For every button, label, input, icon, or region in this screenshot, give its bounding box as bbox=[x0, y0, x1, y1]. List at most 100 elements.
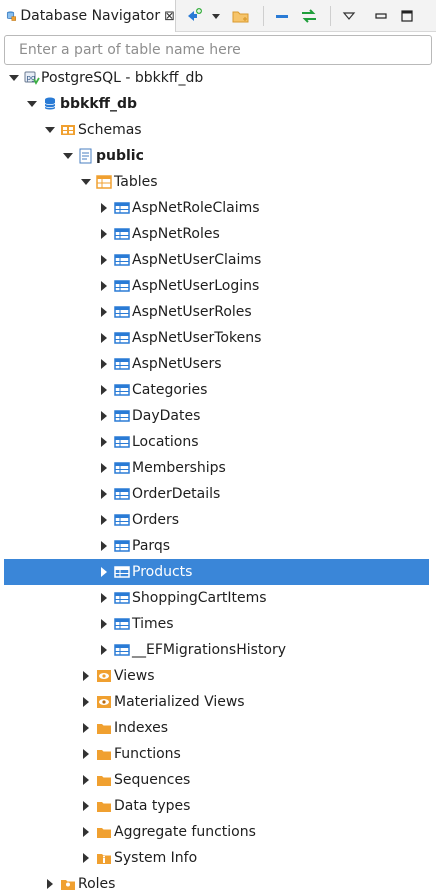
tree-node-table[interactable]: AspNetUserRoles bbox=[4, 299, 429, 325]
table-name-label: Times bbox=[132, 616, 174, 632]
tree-node-table[interactable]: AspNetUserClaims bbox=[4, 247, 429, 273]
table-filter-input[interactable] bbox=[19, 37, 417, 63]
toolbar-separator bbox=[330, 6, 331, 26]
expand-arrow-right-icon[interactable] bbox=[80, 748, 92, 760]
expand-arrow-right-icon[interactable] bbox=[80, 670, 92, 682]
tree-node-schema-public[interactable]: public bbox=[4, 143, 429, 169]
expand-arrow-right-icon[interactable] bbox=[98, 592, 110, 604]
new-folder-icon bbox=[232, 11, 249, 23]
expand-arrow-right-icon[interactable] bbox=[98, 384, 110, 396]
minimize-button[interactable] bbox=[372, 6, 390, 26]
maximize-button[interactable] bbox=[398, 6, 416, 26]
link-with-editor-button[interactable] bbox=[298, 6, 320, 26]
tree-node-table[interactable]: AspNetUsers bbox=[4, 351, 429, 377]
tree-node-functions[interactable]: Functions bbox=[4, 741, 429, 767]
tree-node-table[interactable]: AspNetRoleClaims bbox=[4, 195, 429, 221]
table-icon bbox=[114, 592, 130, 604]
expand-arrow-right-icon[interactable] bbox=[80, 722, 92, 734]
tree-node-table[interactable]: Categories bbox=[4, 377, 429, 403]
expand-arrow-right-icon[interactable] bbox=[98, 514, 110, 526]
tree-node-table[interactable]: AspNetRoles bbox=[4, 221, 429, 247]
expand-arrow-down-icon[interactable] bbox=[80, 176, 92, 188]
expand-arrow-right-icon[interactable] bbox=[98, 280, 110, 292]
navigator-toolbar: Database Navigator ⊠ bbox=[0, 0, 436, 32]
expand-arrow-right-icon[interactable] bbox=[98, 644, 110, 656]
new-connection-dropdown[interactable] bbox=[208, 6, 224, 26]
table-name-label: AspNetUserClaims bbox=[132, 252, 262, 268]
tree-node-tables[interactable]: Tables bbox=[4, 169, 429, 195]
tree-node-database[interactable]: bbkkff_db bbox=[4, 91, 429, 117]
table-name-label: ShoppingCartItems bbox=[132, 590, 267, 606]
tree-node-data-types[interactable]: Data types bbox=[4, 793, 429, 819]
tree-node-table[interactable]: __EFMigrationsHistory bbox=[4, 637, 429, 663]
expand-arrow-right-icon[interactable] bbox=[80, 852, 92, 864]
tree-node-views[interactable]: Views bbox=[4, 663, 429, 689]
expand-arrow-right-icon[interactable] bbox=[98, 618, 110, 630]
tree-node-roles[interactable]: Roles bbox=[4, 871, 429, 892]
expand-arrow-right-icon[interactable] bbox=[98, 462, 110, 474]
expand-arrow-right-icon[interactable] bbox=[44, 878, 56, 890]
close-view-icon[interactable]: ⊠ bbox=[164, 9, 175, 24]
expand-arrow-right-icon[interactable] bbox=[98, 540, 110, 552]
expand-arrow-down-icon[interactable] bbox=[62, 150, 74, 162]
tree-node-table[interactable]: DayDates bbox=[4, 403, 429, 429]
tree-node-materialized-views[interactable]: Materialized Views bbox=[4, 689, 429, 715]
tree-node-table[interactable]: Parqs bbox=[4, 533, 429, 559]
tree-node-table[interactable]: Memberships bbox=[4, 455, 429, 481]
tree-node-table[interactable]: OrderDetails bbox=[4, 481, 429, 507]
expand-arrow-down-icon[interactable] bbox=[44, 124, 56, 136]
tree-node-label: Tables bbox=[114, 174, 158, 190]
new-connection-button[interactable] bbox=[184, 6, 204, 26]
expand-arrow-down-icon[interactable] bbox=[8, 72, 20, 84]
tree-node-table[interactable]: Orders bbox=[4, 507, 429, 533]
tree-node-table[interactable]: ShoppingCartItems bbox=[4, 585, 429, 611]
collapse-all-icon bbox=[276, 15, 288, 18]
expand-arrow-right-icon[interactable] bbox=[98, 566, 110, 578]
table-name-label: AspNetUserLogins bbox=[132, 278, 260, 294]
expand-arrow-right-icon[interactable] bbox=[98, 436, 110, 448]
tree-node-table[interactable]: AspNetUserTokens bbox=[4, 325, 429, 351]
expand-arrow-right-icon[interactable] bbox=[98, 410, 110, 422]
table-icon bbox=[114, 436, 130, 448]
expand-arrow-right-icon[interactable] bbox=[98, 228, 110, 240]
tree-node-table[interactable]: AspNetUserLogins bbox=[4, 273, 429, 299]
view-menu-button[interactable] bbox=[340, 6, 358, 26]
expand-arrow-right-icon[interactable] bbox=[98, 488, 110, 500]
expand-arrow-right-icon[interactable] bbox=[80, 696, 92, 708]
tree-node-table[interactable]: Products bbox=[4, 559, 429, 585]
table-name-label: Locations bbox=[132, 434, 199, 450]
tree-node-system-info[interactable]: System Info bbox=[4, 845, 429, 871]
tree-node-table[interactable]: Times bbox=[4, 611, 429, 637]
expand-arrow-right-icon[interactable] bbox=[80, 774, 92, 786]
collapse-all-button[interactable] bbox=[272, 6, 292, 26]
table-icon bbox=[114, 410, 130, 422]
table-name-label: Categories bbox=[132, 382, 208, 398]
folder-icon bbox=[97, 802, 111, 812]
expand-arrow-right-icon[interactable] bbox=[98, 306, 110, 318]
expand-arrow-right-icon[interactable] bbox=[98, 358, 110, 370]
tree-node-table[interactable]: Locations bbox=[4, 429, 429, 455]
tree-node-aggregate-functions[interactable]: Aggregate functions bbox=[4, 819, 429, 845]
connection-icon: pg bbox=[24, 71, 40, 85]
table-icon bbox=[114, 280, 130, 292]
view-tab-database-navigator[interactable]: Database Navigator ⊠ bbox=[0, 0, 176, 32]
new-folder-button[interactable] bbox=[230, 6, 252, 26]
table-icon bbox=[114, 488, 130, 500]
tree-node-label: Data types bbox=[114, 798, 191, 814]
tree-node-schemas[interactable]: Schemas bbox=[4, 117, 429, 143]
tree-node-label: Materialized Views bbox=[114, 694, 245, 710]
expand-arrow-right-icon[interactable] bbox=[80, 800, 92, 812]
tree-node-sequences[interactable]: Sequences bbox=[4, 767, 429, 793]
expand-arrow-right-icon[interactable] bbox=[98, 202, 110, 214]
folder-icon bbox=[97, 828, 111, 838]
expand-arrow-down-icon[interactable] bbox=[26, 98, 38, 110]
tree-node-indexes[interactable]: Indexes bbox=[4, 715, 429, 741]
table-name-label: Parqs bbox=[132, 538, 171, 554]
expand-arrow-right-icon[interactable] bbox=[98, 332, 110, 344]
tree-node-label: bbkkff_db bbox=[60, 96, 138, 112]
expand-arrow-right-icon[interactable] bbox=[80, 826, 92, 838]
tree-node-connection[interactable]: pg PostgreSQL - bbkkff_db bbox=[4, 65, 429, 91]
tree-node-label: Roles bbox=[78, 876, 116, 892]
expand-arrow-right-icon[interactable] bbox=[98, 254, 110, 266]
table-icon bbox=[114, 254, 130, 266]
